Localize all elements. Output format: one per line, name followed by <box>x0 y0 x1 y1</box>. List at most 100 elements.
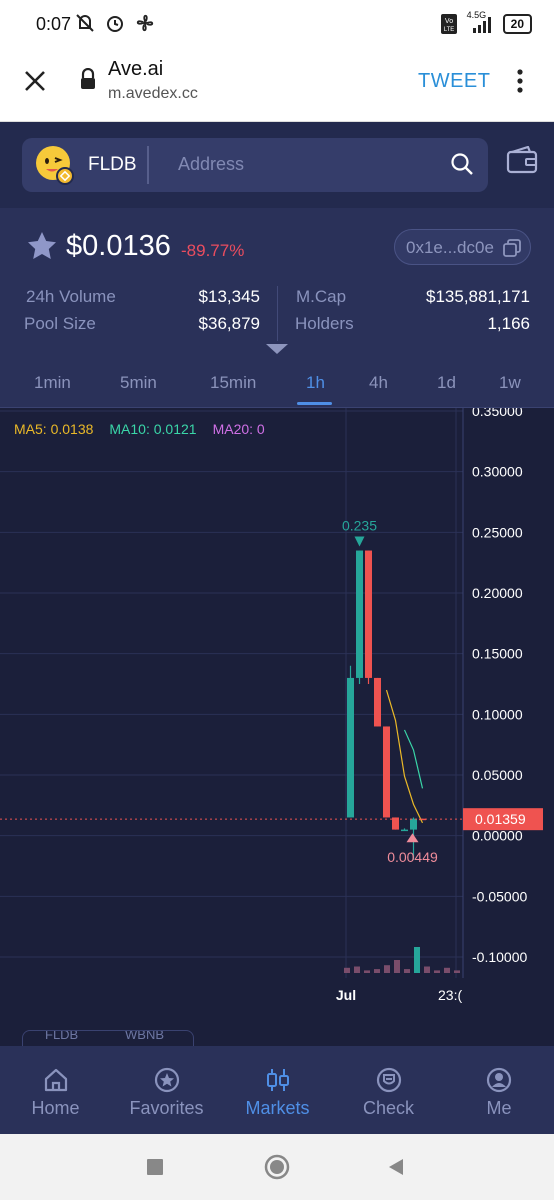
chart-canvas[interactable]: 0.35000 0.30000 0.25000 0.20000 0.15000 0.100… <box>0 408 554 1030</box>
pool-size-value: $36,879 <box>198 314 260 333</box>
volume-label: 24h Volume <box>26 287 116 306</box>
volume-bar <box>374 969 380 973</box>
y-tick-label: 0.05000 <box>472 767 523 783</box>
active-tab-indicator <box>297 402 332 405</box>
candle-body <box>383 726 390 818</box>
tab-5min[interactable]: 5min <box>120 373 157 393</box>
nav-markets-label: Markets <box>245 1098 310 1118</box>
y-tick-label: 0.30000 <box>472 464 523 480</box>
token-name[interactable]: FLDB <box>88 154 137 176</box>
bottom-nav: Home Favorites Markets Check Me <box>0 1046 554 1134</box>
volume-bar <box>454 970 460 973</box>
low-annotation: 0.00449 <box>387 849 438 865</box>
tab-1d[interactable]: 1d <box>437 373 456 393</box>
timeframe-tabs: 1min 5min 15min 1h 4h 1d 1w <box>0 358 554 408</box>
search-bar[interactable]: FLDB Address <box>22 138 488 192</box>
holders-label: Holders <box>295 314 354 333</box>
recents-icon[interactable] <box>146 1158 164 1176</box>
volume-bar <box>434 970 440 973</box>
pair-tab-token[interactable]: FLDB <box>45 1031 78 1042</box>
last-price-label: 0.01359 <box>475 811 526 827</box>
y-tick-label: 0.35000 <box>472 408 523 419</box>
y-tick-label: -0.05000 <box>472 888 527 904</box>
x-tick-label: Jul <box>336 987 356 1003</box>
search-input[interactable]: Address <box>178 154 244 175</box>
nav-favorites[interactable]: Favorites <box>111 1046 222 1134</box>
y-tick-label: 0.20000 <box>472 585 523 601</box>
candle-body <box>410 818 417 830</box>
nav-check-label: Check <box>362 1098 415 1118</box>
volume-bar <box>384 965 390 973</box>
token-price: $0.0136 <box>66 230 171 262</box>
user-icon <box>486 1067 512 1093</box>
tab-1h[interactable]: 1h <box>306 373 325 393</box>
y-tick-label: -0.10000 <box>472 949 527 965</box>
market-cap-label: M.Cap <box>296 287 347 306</box>
token-summary: $0.0136 -89.77% 0x1e...dc0e 24h Volume $… <box>0 208 554 358</box>
pair-tabs[interactable]: FLDB WBNB <box>22 1030 194 1046</box>
ma20-label: MA20: 0 <box>212 421 265 437</box>
status-time: 0:07 <box>36 14 72 34</box>
volume-bar <box>424 966 430 973</box>
high-marker-icon <box>354 536 365 547</box>
signal-icon <box>472 17 491 33</box>
battery-icon: 20 <box>502 14 532 34</box>
favorite-star-icon[interactable] <box>26 230 58 262</box>
back-icon[interactable] <box>386 1157 406 1177</box>
wallet-icon[interactable] <box>506 146 540 176</box>
ma10-line <box>403 729 424 789</box>
market-cap-value: $135,881,171 <box>426 287 530 306</box>
favorites-icon <box>154 1067 179 1093</box>
volume-bar <box>354 966 360 973</box>
page-title: Ave.ai <box>108 58 164 80</box>
tab-4h[interactable]: 4h <box>369 373 388 393</box>
nav-markets[interactable]: Markets <box>222 1046 333 1134</box>
y-tick-label: 0.25000 <box>472 524 523 540</box>
nav-me[interactable]: Me <box>444 1046 554 1134</box>
fan-icon <box>136 14 154 32</box>
tab-15min[interactable]: 15min <box>210 373 256 393</box>
ma-legend: MA5: 0.0138 MA10: 0.0121 MA20: 0 <box>14 421 265 437</box>
lock-icon <box>81 68 95 89</box>
volte-icon: Vo LTE <box>440 14 457 34</box>
nav-check[interactable]: Check <box>333 1046 444 1134</box>
volume-bar <box>364 970 370 973</box>
nav-favorites-label: Favorites <box>129 1098 204 1118</box>
candle-body <box>365 550 372 678</box>
ma10-label: MA10: 0.0121 <box>109 421 197 437</box>
candle-body <box>374 677 381 727</box>
volume-bar <box>404 969 410 973</box>
stats-divider <box>277 286 278 341</box>
holders-value: 1,166 <box>487 314 530 333</box>
low-marker-icon <box>406 833 419 843</box>
tweet-button[interactable]: TWEET <box>418 70 491 93</box>
candle-body <box>401 829 408 832</box>
app-header: FLDB Address <box>0 122 554 208</box>
pair-tab-quote[interactable]: WBNB <box>125 1031 164 1042</box>
x-tick-label: 23:( <box>438 987 462 1003</box>
search-icon[interactable] <box>450 152 474 176</box>
token-logo-icon[interactable] <box>34 144 76 186</box>
tab-1min[interactable]: 1min <box>34 373 71 393</box>
price-chart[interactable]: 0.35000 0.30000 0.25000 0.20000 0.15000 0.100… <box>0 408 554 1030</box>
tab-1w[interactable]: 1w <box>499 373 521 393</box>
y-tick-label: 0.15000 <box>472 646 523 662</box>
more-vert-icon[interactable] <box>514 68 526 94</box>
expand-caret-icon[interactable] <box>266 344 288 354</box>
copy-icon[interactable] <box>503 239 521 257</box>
candle-body <box>347 677 354 818</box>
contract-address-chip[interactable]: 0x1e...dc0e <box>394 229 531 265</box>
volume-value: $13,345 <box>198 287 260 306</box>
home-button-icon[interactable] <box>264 1154 290 1180</box>
nav-home[interactable]: Home <box>0 1046 111 1134</box>
pool-size-label: Pool Size <box>24 314 96 333</box>
close-icon[interactable] <box>20 66 50 96</box>
alarm-icon <box>107 16 123 32</box>
nav-me-label: Me <box>486 1098 512 1118</box>
svg-text:LTE: LTE <box>443 27 454 33</box>
svg-text:Vo: Vo <box>445 18 453 25</box>
volume-bar <box>344 967 350 973</box>
search-divider <box>147 146 149 184</box>
contract-address[interactable]: 0x1e...dc0e <box>406 238 494 258</box>
page-url[interactable]: m.avedex.cc <box>108 85 198 103</box>
